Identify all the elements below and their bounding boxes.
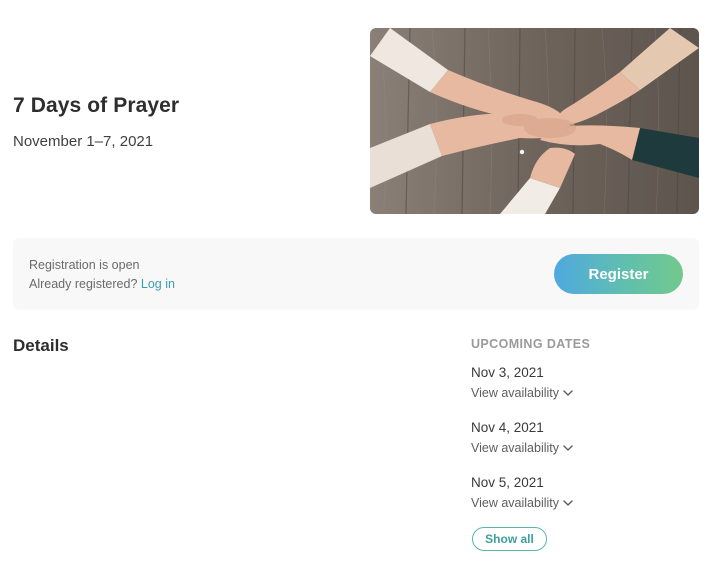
- upcoming-date-item: Nov 4, 2021 View availability: [471, 419, 691, 457]
- upcoming-date-label: Nov 4, 2021: [471, 420, 544, 435]
- chevron-down-icon: [563, 445, 573, 451]
- event-hero-image: [370, 28, 699, 214]
- upcoming-date-item: Nov 3, 2021 View availability: [471, 364, 691, 402]
- view-availability-toggle[interactable]: View availability: [471, 385, 573, 401]
- registration-bar: Registration is open Already registered?…: [13, 238, 699, 310]
- view-availability-toggle[interactable]: View availability: [471, 440, 573, 456]
- view-availability-label: View availability: [471, 386, 560, 400]
- upcoming-dates-heading: UPCOMING DATES: [471, 337, 591, 351]
- view-availability-toggle[interactable]: View availability: [471, 495, 573, 511]
- view-availability-label: View availability: [471, 496, 560, 510]
- view-availability-label: View availability: [471, 441, 560, 455]
- hands-clasped-illustration: [370, 28, 699, 214]
- chevron-down-icon: [563, 500, 573, 506]
- already-registered-row: Already registered? Log in: [29, 275, 175, 294]
- show-all-button[interactable]: Show all: [472, 527, 547, 551]
- login-link[interactable]: Log in: [141, 277, 175, 291]
- upcoming-date-label: Nov 5, 2021: [471, 475, 544, 490]
- details-heading: Details: [13, 336, 69, 355]
- already-registered-text: Already registered?: [29, 277, 138, 291]
- upcoming-date-item: Nov 5, 2021 View availability: [471, 474, 691, 512]
- chevron-down-icon: [563, 390, 573, 396]
- upcoming-date-label: Nov 3, 2021: [471, 365, 544, 380]
- event-dates: November 1–7, 2021: [13, 133, 154, 150]
- register-button[interactable]: Register: [554, 254, 683, 294]
- event-title: 7 Days of Prayer: [13, 94, 180, 117]
- registration-status: Registration is open: [29, 258, 140, 272]
